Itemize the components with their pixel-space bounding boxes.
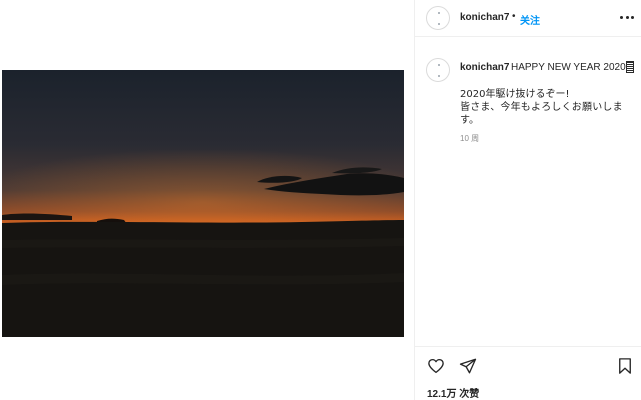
caption-avatar[interactable]: [426, 58, 450, 82]
action-bar: 12.1万 次赞: [415, 346, 641, 400]
likes-number: 12.1万: [427, 389, 457, 400]
likes-count[interactable]: 12.1万 次赞: [427, 385, 479, 400]
more-dot: [631, 15, 634, 19]
post-side-panel: konichan7 • 关注 konichan7 HAPPY NEW YEAR …: [414, 0, 641, 400]
likes-label: 次赞: [459, 389, 480, 400]
post-photo[interactable]: [2, 70, 404, 337]
caption-text-line: 皆さま、今年もよろしくお願いしま: [460, 102, 623, 113]
sunset-image: [2, 70, 404, 337]
more-options-icon[interactable]: [620, 10, 634, 24]
avatar[interactable]: [426, 6, 450, 30]
more-dot: [620, 15, 623, 19]
emoji-icon: [626, 61, 634, 73]
caption-text-line: す。: [460, 115, 479, 126]
more-dot: [625, 15, 629, 19]
avatar-dot: [438, 23, 440, 25]
post-timestamp[interactable]: 10 周: [460, 133, 479, 144]
follow-button[interactable]: 关注: [520, 12, 540, 27]
post-media-area: [0, 0, 414, 400]
bookmark-icon[interactable]: [616, 357, 634, 375]
header-username[interactable]: konichan7: [460, 12, 509, 23]
heart-icon[interactable]: [427, 357, 445, 375]
paper-plane-icon[interactable]: [459, 357, 477, 375]
avatar-dot: [438, 75, 440, 77]
caption-title: HAPPY NEW YEAR 2020: [511, 62, 626, 73]
caption-username[interactable]: konichan7: [460, 62, 509, 73]
avatar-dot: [438, 12, 440, 14]
avatar-dot: [438, 64, 440, 66]
header-separator: •: [512, 11, 516, 22]
post-header: konichan7 • 关注: [415, 0, 641, 37]
